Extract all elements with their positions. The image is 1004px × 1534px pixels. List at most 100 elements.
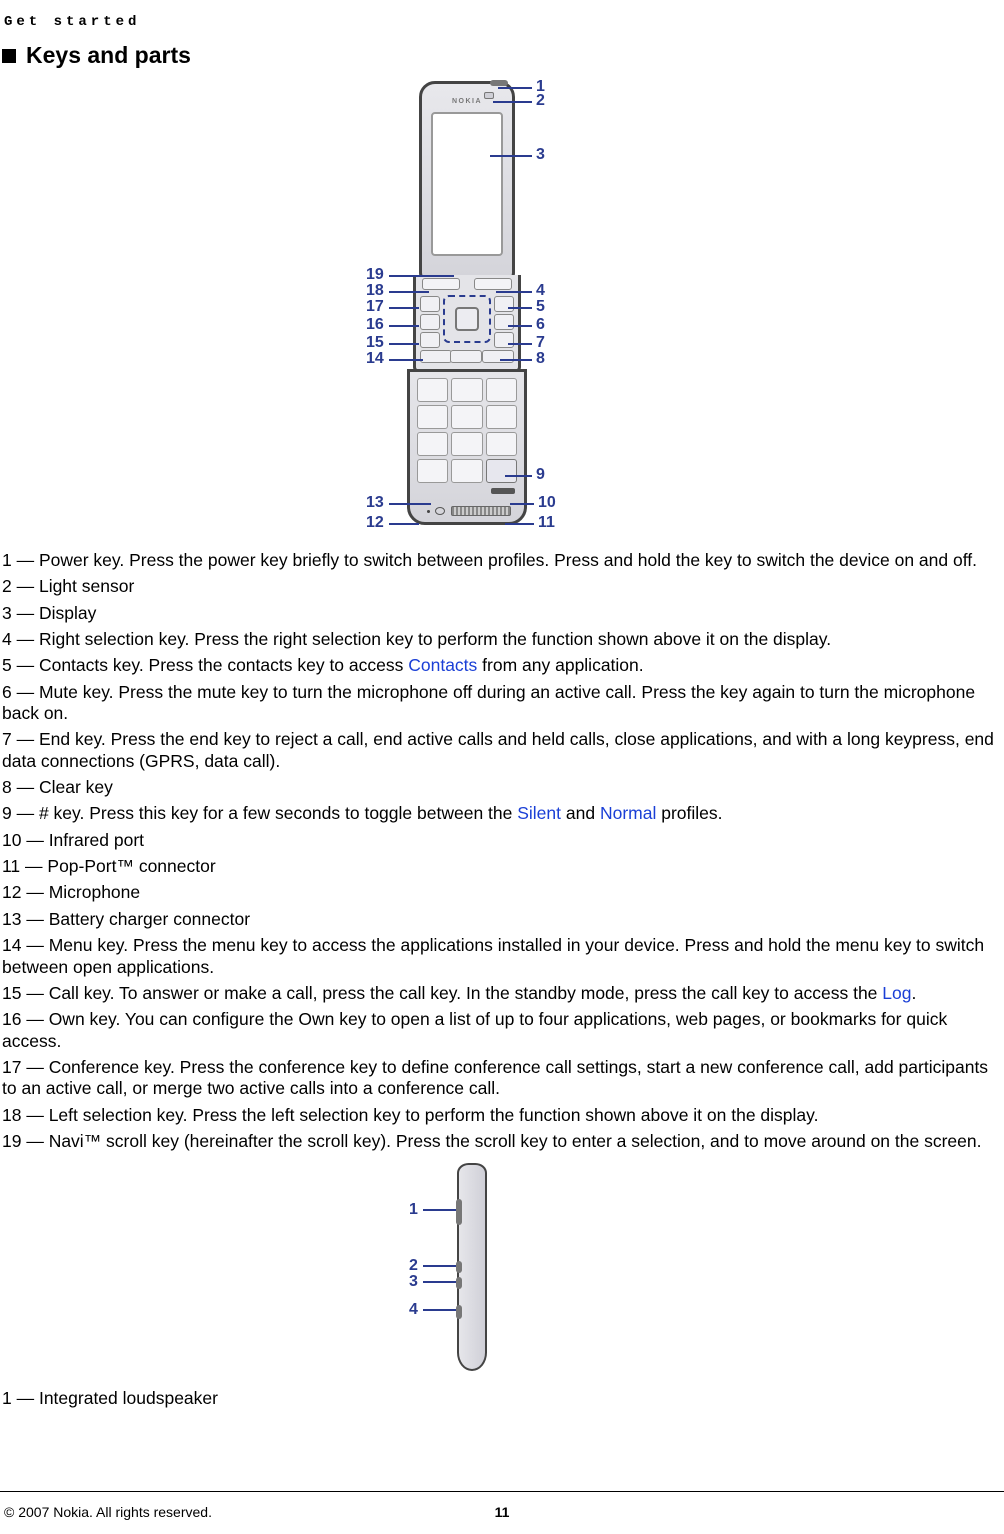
- item-15: 15 — Call key. To answer or make a call,…: [2, 983, 1002, 1004]
- leader-line: [389, 291, 429, 293]
- item-8: 8 — Clear key: [2, 777, 1002, 798]
- mute-key-icon: [494, 314, 514, 330]
- item-9-keyword-normal: Normal: [600, 803, 656, 823]
- leader-line: [510, 503, 534, 505]
- keypad-key: [451, 405, 482, 429]
- item-5: 5 — Contacts key. Press the contacts key…: [2, 655, 1002, 676]
- callout-19: 19: [366, 267, 384, 283]
- conference-key-icon: [420, 296, 440, 312]
- section-heading: Keys and parts: [2, 42, 1004, 69]
- charger-connector-icon: [435, 507, 445, 515]
- leader-line: [423, 1265, 456, 1267]
- phone-slider: [407, 369, 527, 525]
- bullet-square-icon: [2, 49, 16, 63]
- loudspeaker-icon: [456, 1199, 462, 1225]
- item-9-mid: and: [561, 803, 600, 823]
- callout-8: 8: [536, 351, 545, 367]
- phone-bottom-area: [417, 488, 517, 516]
- callout-7: 7: [536, 335, 545, 351]
- leader-line: [389, 359, 423, 361]
- running-head: Get started: [4, 14, 1004, 30]
- keypad-key: [451, 432, 482, 456]
- item-3: 3 — Display: [2, 603, 1002, 624]
- navi-center-icon: [455, 307, 479, 331]
- item-16: 16 — Own key. You can configure the Own …: [2, 1009, 1002, 1052]
- leader-line: [389, 325, 419, 327]
- callout-11: 11: [538, 515, 555, 531]
- side-callout-4: 4: [409, 1301, 418, 1319]
- item-19: 19 — Navi™ scroll key (hereinafter the s…: [2, 1131, 1002, 1152]
- page-footer: © 2007 Nokia. All rights reserved. 11: [0, 1504, 1004, 1520]
- leader-line: [508, 325, 532, 327]
- item-5-pre: 5 — Contacts key. Press the contacts key…: [2, 655, 408, 675]
- leader-line: [389, 343, 419, 345]
- item-15-pre: 15 — Call key. To answer or make a call,…: [2, 983, 882, 1003]
- leader-line: [423, 1309, 456, 1311]
- keypad-key: [486, 378, 517, 402]
- leader-line: [389, 523, 419, 525]
- end-key-icon: [494, 332, 514, 348]
- light-sensor-icon: [484, 92, 494, 99]
- leader-line: [505, 475, 532, 477]
- call-key-icon: [420, 332, 440, 348]
- leader-line: [389, 503, 431, 505]
- footer-right-spacer: [996, 1504, 1000, 1520]
- item-4: 4 — Right selection key. Press the right…: [2, 629, 1002, 650]
- side-feature-2-icon: [456, 1261, 462, 1273]
- item-9-pre: 9 — # key. Press this key for a few seco…: [2, 803, 517, 823]
- pop-port-connector-icon: [451, 506, 511, 516]
- leader-line: [389, 275, 454, 277]
- leader-line: [423, 1281, 456, 1283]
- page-number: 11: [495, 1504, 510, 1520]
- item-15-post: .: [911, 983, 916, 1003]
- phone-side-illustration: [457, 1163, 487, 1371]
- phone-face: NOKIA: [419, 81, 515, 281]
- leader-line: [500, 359, 532, 361]
- item-10: 10 — Infrared port: [2, 830, 1002, 851]
- leader-line: [505, 523, 534, 525]
- keypad-key: [451, 378, 482, 402]
- callout-15: 15: [366, 335, 384, 351]
- item-13: 13 — Battery charger connector: [2, 909, 1002, 930]
- item-1: 1 — Power key. Press the power key brief…: [2, 550, 1002, 571]
- item-12: 12 — Microphone: [2, 882, 1002, 903]
- nav-area: [416, 292, 518, 366]
- callout-5: 5: [536, 299, 545, 315]
- callout-3: 3: [536, 147, 545, 163]
- left-softkey-icon: [422, 278, 460, 290]
- callout-16: 16: [366, 317, 384, 333]
- menu-key-icon: [420, 350, 452, 363]
- keypad-key: [451, 459, 482, 483]
- item-14: 14 — Menu key. Press the menu key to acc…: [2, 935, 1002, 978]
- callout-14: 14: [366, 351, 384, 367]
- footer-copyright: © 2007 Nokia. All rights reserved.: [4, 1504, 212, 1520]
- leader-line: [498, 87, 532, 89]
- leader-line: [389, 307, 419, 309]
- callout-6: 6: [536, 317, 545, 333]
- phone-side-diagram: 1 2 3 4: [0, 1157, 1004, 1383]
- callout-9: 9: [536, 467, 545, 483]
- phone-illustration: NOKIA: [407, 81, 527, 531]
- leader-line: [508, 343, 532, 345]
- right-softkey-icon: [474, 278, 512, 290]
- contacts-key-icon: [494, 296, 514, 312]
- keypad-key: [486, 405, 517, 429]
- leader-line: [490, 155, 532, 157]
- side-feature-3-icon: [456, 1277, 462, 1289]
- display-area-icon: [431, 112, 503, 256]
- own-key-icon: [420, 314, 440, 330]
- side-list: 1 — Integrated loudspeaker: [0, 1388, 1004, 1409]
- section-title: Keys and parts: [26, 42, 191, 69]
- item-9-post: profiles.: [656, 803, 722, 823]
- keypad-key: [417, 432, 448, 456]
- item-6: 6 — Mute key. Press the mute key to turn…: [2, 682, 1002, 725]
- callout-4: 4: [536, 283, 545, 299]
- side-feature-4-icon: [456, 1305, 462, 1319]
- brand-label: NOKIA: [452, 98, 482, 105]
- side-item-1: 1 — Integrated loudspeaker: [2, 1388, 1002, 1409]
- callout-12: 12: [366, 515, 384, 531]
- document-page: Get started Keys and parts NOKIA: [0, 0, 1004, 1534]
- item-2: 2 — Light sensor: [2, 576, 1002, 597]
- callout-17: 17: [366, 299, 384, 315]
- leader-line: [423, 1209, 456, 1211]
